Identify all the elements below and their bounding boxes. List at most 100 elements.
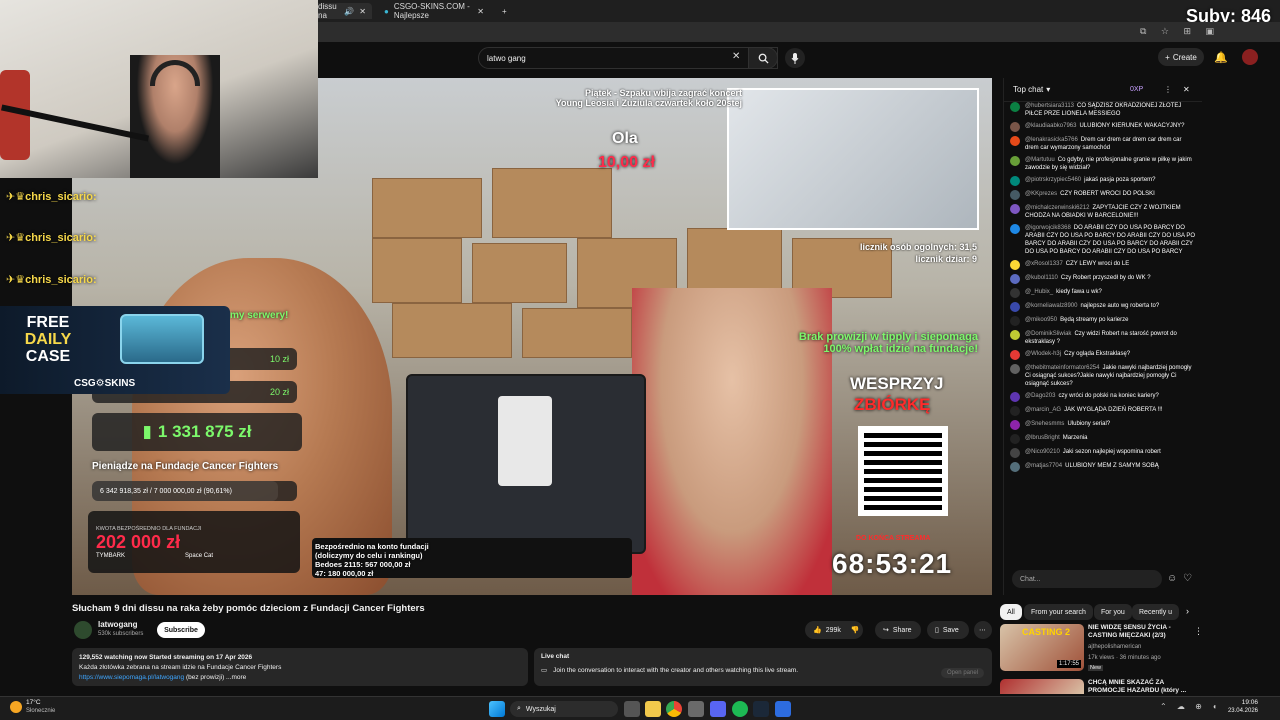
thumbs-down-icon[interactable]: 👎	[851, 626, 860, 634]
taskbar-search[interactable]: ⌕ Wyszukaj	[510, 701, 618, 717]
browser-tab-csgoskins[interactable]: ● CSGO-SKINS.COM - Najlepsze ✕	[378, 2, 490, 20]
top-chat-dropdown[interactable]: Top chat	[1013, 85, 1043, 94]
avatar[interactable]	[1010, 392, 1020, 402]
chevron-down-icon[interactable]: ▾	[1046, 85, 1050, 94]
avatar[interactable]	[1010, 350, 1020, 360]
chat-username[interactable]: @kubol1110	[1025, 275, 1058, 281]
more-options-icon[interactable]: ⋮	[1164, 85, 1172, 94]
chat-username[interactable]: @Martutuu	[1025, 157, 1055, 163]
chat-input[interactable]: Chat...	[1012, 570, 1162, 588]
clock-time[interactable]: 19:06	[1228, 699, 1258, 706]
browser-tab-youtube[interactable]: dissu na 🔊 ✕	[312, 2, 372, 20]
chat-username[interactable]: @xRosol1337	[1025, 261, 1063, 267]
chip-for-you[interactable]: For you	[1094, 604, 1132, 620]
recommendation-thumbnail-2[interactable]	[1000, 679, 1084, 694]
file-explorer-icon[interactable]	[645, 701, 661, 717]
chat-username[interactable]: @matjas7704	[1025, 463, 1062, 469]
recommendation-title-1[interactable]: NIE WIDZĘ SENSU ŻYCIA - CASTING MIĘCZAKI…	[1088, 624, 1196, 640]
weather-temp[interactable]: 17°C	[26, 699, 41, 706]
close-tab-icon[interactable]: ✕	[477, 7, 484, 16]
avatar[interactable]	[1010, 190, 1020, 200]
task-view-icon[interactable]	[624, 701, 640, 717]
more-options-icon[interactable]: ⋮	[1194, 626, 1203, 637]
chrome-icon[interactable]	[666, 701, 682, 717]
donation-qr-code[interactable]	[858, 426, 948, 516]
chat-message[interactable]: @Wlodek-h3j Czy ogląda Ekstraklasę?	[1010, 350, 1196, 360]
chat-message[interactable]: @matjas7704 ULUBIONY MEM Z SAMYM SOBĄ	[1010, 462, 1196, 472]
chat-message[interactable]: @lbrusBright Marzenia	[1010, 434, 1196, 444]
channel-avatar[interactable]	[74, 621, 92, 639]
chat-username[interactable]: @Snehesmms	[1025, 421, 1064, 427]
chat-username[interactable]: @marcin_AG	[1025, 407, 1061, 413]
search-button[interactable]	[748, 47, 778, 69]
discord-icon[interactable]	[710, 701, 726, 717]
video-description[interactable]: 129,552 watching now Started streaming o…	[72, 648, 528, 686]
chip-recently[interactable]: Recently u	[1132, 604, 1180, 620]
chat-username[interactable]: @Dago203	[1025, 393, 1055, 399]
chat-username[interactable]: @lenakrasicka5766	[1025, 137, 1078, 143]
chat-message[interactable]: @Snehesmms Ulubiony serial?	[1010, 420, 1196, 430]
description-more[interactable]: (bez prowizji) ...more	[186, 674, 246, 681]
chat-username[interactable]: @Wlodek-h3j	[1025, 351, 1061, 357]
chat-username[interactable]: @thebitmateinformator6254	[1025, 365, 1099, 371]
avatar[interactable]	[1010, 316, 1020, 326]
avatar[interactable]	[1010, 330, 1020, 340]
chat-message[interactable]: @DominikSliwiak Czy widzi Robert na staro…	[1010, 330, 1196, 346]
chat-message[interactable]: @kubol1110 Czy Robert przyszedł by do WK …	[1010, 274, 1196, 284]
avatar[interactable]	[1010, 406, 1020, 416]
chat-username[interactable]: @mikoo950	[1025, 317, 1057, 323]
close-tab-icon[interactable]: ✕	[359, 7, 366, 16]
recommendation-thumbnail-1[interactable]: CASTING 2 1:17:55	[1000, 624, 1084, 671]
avatar[interactable]	[1010, 274, 1020, 284]
browser-toolbar-icons[interactable]: ⧉ ☆ ⊞ ▣	[1140, 26, 1220, 37]
chat-message[interactable]: @Nico90210 Jaki sezon najlepiej wspomina …	[1010, 448, 1196, 458]
close-chat-icon[interactable]: ✕	[1183, 85, 1190, 94]
avatar[interactable]	[1010, 224, 1020, 234]
like-dislike-button[interactable]: 👍 299k 👎	[805, 621, 863, 639]
avatar[interactable]	[1010, 420, 1020, 430]
chat-message[interactable]: @KKprezes CZY ROBERT WROCI DO POLSKI	[1010, 190, 1196, 200]
avatar[interactable]	[1010, 302, 1020, 312]
chat-message[interactable]: @xRosol1337 CZY LEWY wroci do LE	[1010, 260, 1196, 270]
chat-message[interactable]: @korneliawalz8900 najlepsze auto wg rober…	[1010, 302, 1196, 312]
share-button[interactable]: ↪ Share	[875, 621, 921, 639]
heart-icon[interactable]: ♡	[1183, 573, 1192, 584]
new-tab-button[interactable]: +	[496, 3, 512, 19]
avatar[interactable]	[1010, 176, 1020, 186]
chat-username[interactable]: @michalczerwinski6212	[1025, 205, 1089, 211]
notifications-bell-icon[interactable]: 🔔	[1214, 51, 1228, 64]
account-avatar[interactable]	[1242, 49, 1258, 65]
avatar[interactable]	[1010, 122, 1020, 132]
app-icon[interactable]	[688, 701, 704, 717]
clear-search-icon[interactable]: ✕	[732, 51, 740, 62]
thumbs-up-icon[interactable]: 👍	[813, 626, 822, 634]
app-icon[interactable]	[775, 701, 791, 717]
chat-message[interactable]: @lenakrasicka5766 Drem car drem car drem …	[1010, 136, 1196, 152]
chat-message[interactable]: @_Hubix_ kiedy fawa u wk?	[1010, 288, 1196, 298]
chat-username[interactable]: @korneliawalz8900	[1025, 303, 1077, 309]
avatar[interactable]	[1010, 204, 1020, 214]
voice-search-button[interactable]	[785, 48, 805, 68]
chat-message[interactable]: @thebitmateinformator6254 Jakie nawyki na…	[1010, 364, 1196, 388]
chat-message[interactable]: @igorwojcik8368 DO ARABII CZY DO USA PO B…	[1010, 224, 1196, 256]
open-panel-button[interactable]: Open panel	[940, 668, 984, 678]
chevron-right-icon[interactable]: ›	[1186, 606, 1189, 616]
recommendation-title-2[interactable]: CHCĄ MNIE SKAZAĆ ZA PROMOCJE HAZARDU (kt…	[1088, 679, 1196, 695]
save-button[interactable]: ▯ Save	[927, 621, 969, 639]
chat-username[interactable]: @piotrskrzypiec5460	[1025, 177, 1081, 183]
avatar[interactable]	[1010, 364, 1020, 374]
audio-icon[interactable]: 🔊	[344, 7, 354, 16]
create-button[interactable]: + Create	[1158, 48, 1204, 66]
chat-username[interactable]: @lbrusBright	[1025, 435, 1060, 441]
chat-username[interactable]: @_Hubix_	[1025, 289, 1053, 295]
chat-username[interactable]: @DominikSliwiak	[1025, 331, 1071, 337]
chat-username[interactable]: @Nico90210	[1025, 449, 1060, 455]
chat-message[interactable]: @Dago203 czy wróci do polski na koniec ka…	[1010, 392, 1196, 402]
system-tray-icons[interactable]: ⌃ ☁ ⊕ ◖	[1160, 702, 1221, 711]
subscribe-button[interactable]: Subscribe	[157, 622, 205, 638]
chat-username[interactable]: @klaudiaabko7963	[1025, 123, 1076, 129]
chat-username[interactable]: @hubertsiara3113	[1025, 103, 1074, 109]
description-link[interactable]: https://www.siepomaga.pl/latwogang	[79, 674, 184, 681]
avatar[interactable]	[1010, 434, 1020, 444]
avatar[interactable]	[1010, 102, 1020, 112]
